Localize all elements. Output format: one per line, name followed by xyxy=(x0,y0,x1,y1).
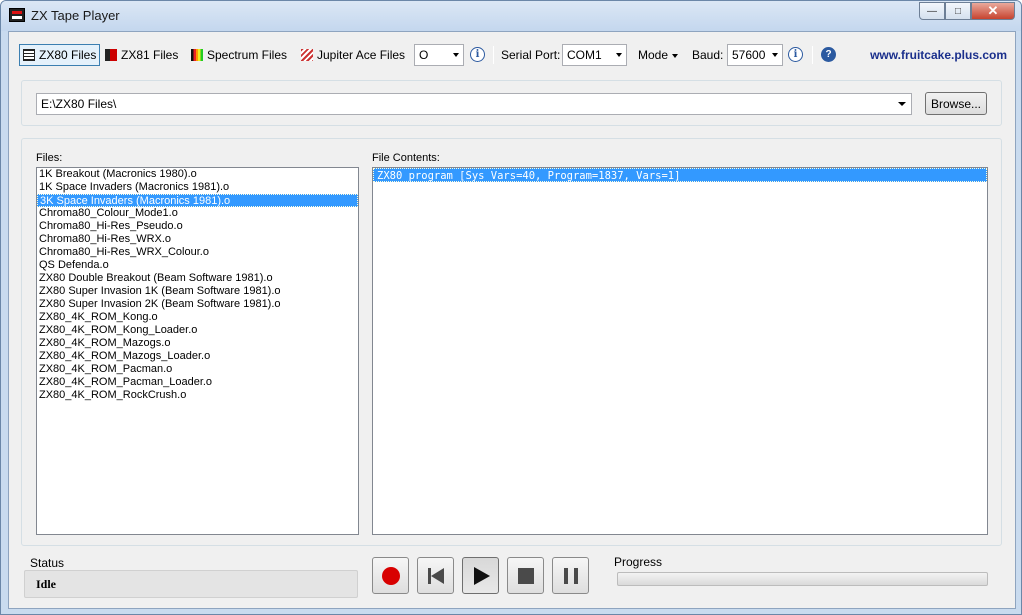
extension-value: O xyxy=(419,48,429,62)
serial-port-label: Serial Port: xyxy=(501,48,561,62)
chevron-down-icon xyxy=(898,102,906,106)
minimize-button[interactable]: — xyxy=(919,2,945,20)
close-icon: ✕ xyxy=(987,3,999,18)
pause-button[interactable] xyxy=(552,557,589,594)
jupiter-ace-icon xyxy=(301,49,313,61)
chevron-down-icon xyxy=(772,53,778,57)
help-icon[interactable]: ? xyxy=(821,47,836,62)
title-bar[interactable]: ZX Tape Player — □ ✕ xyxy=(1,1,1021,31)
stop-icon xyxy=(517,567,534,584)
file-list-item[interactable]: 1K Space Invaders (Macronics 1981).o xyxy=(37,181,358,194)
app-window: ZX Tape Player — □ ✕ ZX80 Files ZX81 Fil… xyxy=(0,0,1022,615)
file-list-item[interactable]: Chroma80_Colour_Mode1.o xyxy=(37,207,358,220)
spectrum-icon xyxy=(191,49,203,61)
file-list-item[interactable]: ZX80_4K_ROM_Mazogs_Loader.o xyxy=(37,350,358,363)
file-list-item[interactable]: Chroma80_Hi-Res_WRX.o xyxy=(37,233,358,246)
mode-label: Mode xyxy=(638,48,669,62)
progress-bar xyxy=(617,572,988,586)
rewind-button[interactable] xyxy=(417,557,454,594)
progress-label: Progress xyxy=(614,555,663,569)
website-link[interactable]: www.fruitcake.plus.com xyxy=(870,48,1007,62)
serial-port-select[interactable]: COM1 xyxy=(562,44,627,66)
tab-label: Jupiter Ace Files xyxy=(317,48,406,62)
file-list-item[interactable]: ZX80_4K_ROM_Pacman.o xyxy=(37,363,358,376)
zx80-icon xyxy=(23,49,35,61)
client-area: ZX80 Files ZX81 Files Spectrum Files Jup… xyxy=(8,31,1016,609)
tab-label: Spectrum Files xyxy=(207,48,288,62)
baud-label: Baud: xyxy=(692,48,724,62)
file-list-item[interactable]: QS Defenda.o xyxy=(37,259,358,272)
close-button[interactable]: ✕ xyxy=(971,2,1015,20)
stop-button[interactable] xyxy=(507,557,544,594)
folder-path-value: E:\ZX80 Files\ xyxy=(41,97,117,111)
folder-path-combobox[interactable]: E:\ZX80 Files\ xyxy=(36,93,912,115)
lists-panel: Files: 1K Breakout (Macronics 1980).o 1K … xyxy=(21,138,1002,546)
play-button[interactable] xyxy=(462,557,499,594)
serial-port-value: COM1 xyxy=(567,48,602,62)
file-list-item[interactable]: ZX80_4K_ROM_Pacman_Loader.o xyxy=(37,376,358,389)
chevron-down-icon xyxy=(453,53,459,57)
file-contents-listbox[interactable]: ZX80 program [Sys Vars=40, Program=1837,… xyxy=(372,167,988,535)
status-value: Idle xyxy=(36,577,57,591)
window-title: ZX Tape Player xyxy=(31,8,120,23)
minimize-icon: — xyxy=(927,5,937,17)
tab-zx80-files[interactable]: ZX80 Files xyxy=(19,44,101,66)
tab-label: ZX80 Files xyxy=(39,48,97,62)
file-list-item[interactable]: ZX80_4K_ROM_Mazogs.o xyxy=(37,337,358,350)
extension-select[interactable]: O xyxy=(414,44,464,66)
record-icon xyxy=(381,566,400,585)
tab-jupiter-ace-files[interactable]: Jupiter Ace Files xyxy=(301,44,405,66)
file-list-item[interactable]: ZX80_4K_ROM_Kong.o xyxy=(37,311,358,324)
file-list-item[interactable]: ZX80 Double Breakout (Beam Software 1981… xyxy=(37,272,358,285)
file-list-item[interactable]: Chroma80_Hi-Res_Pseudo.o xyxy=(37,220,358,233)
app-icon xyxy=(9,8,25,22)
baud-select[interactable]: 57600 xyxy=(727,44,783,66)
status-label: Status xyxy=(30,556,65,570)
file-list-item[interactable]: ZX80_4K_ROM_RockCrush.o xyxy=(37,389,358,402)
info-icon[interactable]: i xyxy=(470,47,485,62)
files-listbox[interactable]: 1K Breakout (Macronics 1980).o 1K Space I… xyxy=(36,167,359,535)
file-contents-item[interactable]: ZX80 program [Sys Vars=40, Program=1837,… xyxy=(373,168,987,182)
toolbar-separator xyxy=(493,46,494,64)
maximize-icon: □ xyxy=(954,5,962,17)
path-panel: E:\ZX80 Files\ Browse... xyxy=(21,80,1002,126)
tab-spectrum-files[interactable]: Spectrum Files xyxy=(191,44,287,66)
file-list-item[interactable]: ZX80 Super Invasion 2K (Beam Software 19… xyxy=(37,298,358,311)
toolbar: ZX80 Files ZX81 Files Spectrum Files Jup… xyxy=(19,44,1009,68)
file-list-item[interactable]: 1K Breakout (Macronics 1980).o xyxy=(37,168,358,181)
files-label: Files: xyxy=(36,152,63,164)
file-list-item[interactable]: 3K Space Invaders (Macronics 1981).o xyxy=(37,194,358,207)
baud-value: 57600 xyxy=(732,48,766,62)
play-icon xyxy=(474,566,490,585)
record-button[interactable] xyxy=(372,557,409,594)
toolbar-separator xyxy=(812,46,813,64)
status-box: Idle xyxy=(24,570,358,598)
browse-button[interactable]: Browse... xyxy=(925,92,987,115)
pause-icon xyxy=(563,567,578,584)
file-list-item[interactable]: ZX80_4K_ROM_Kong_Loader.o xyxy=(37,324,358,337)
skip-back-icon xyxy=(427,567,445,584)
baud-info-icon[interactable]: i xyxy=(788,47,803,62)
mode-dropdown[interactable]: Mode xyxy=(638,48,679,62)
chevron-down-icon xyxy=(672,53,679,58)
tab-label: ZX81 Files xyxy=(121,48,179,62)
zx81-icon xyxy=(105,49,117,61)
status-panel: Status Idle xyxy=(21,553,359,599)
caption-buttons: — □ ✕ xyxy=(919,2,1015,20)
file-list-item[interactable]: ZX80 Super Invasion 1K (Beam Software 19… xyxy=(37,285,358,298)
chevron-down-icon xyxy=(616,53,622,57)
maximize-button[interactable]: □ xyxy=(945,2,971,20)
file-list-item[interactable]: Chroma80_Hi-Res_WRX_Colour.o xyxy=(37,246,358,259)
tab-zx81-files[interactable]: ZX81 Files xyxy=(105,44,178,66)
progress-panel: Progress xyxy=(606,551,1003,599)
file-contents-label: File Contents: xyxy=(372,152,440,164)
